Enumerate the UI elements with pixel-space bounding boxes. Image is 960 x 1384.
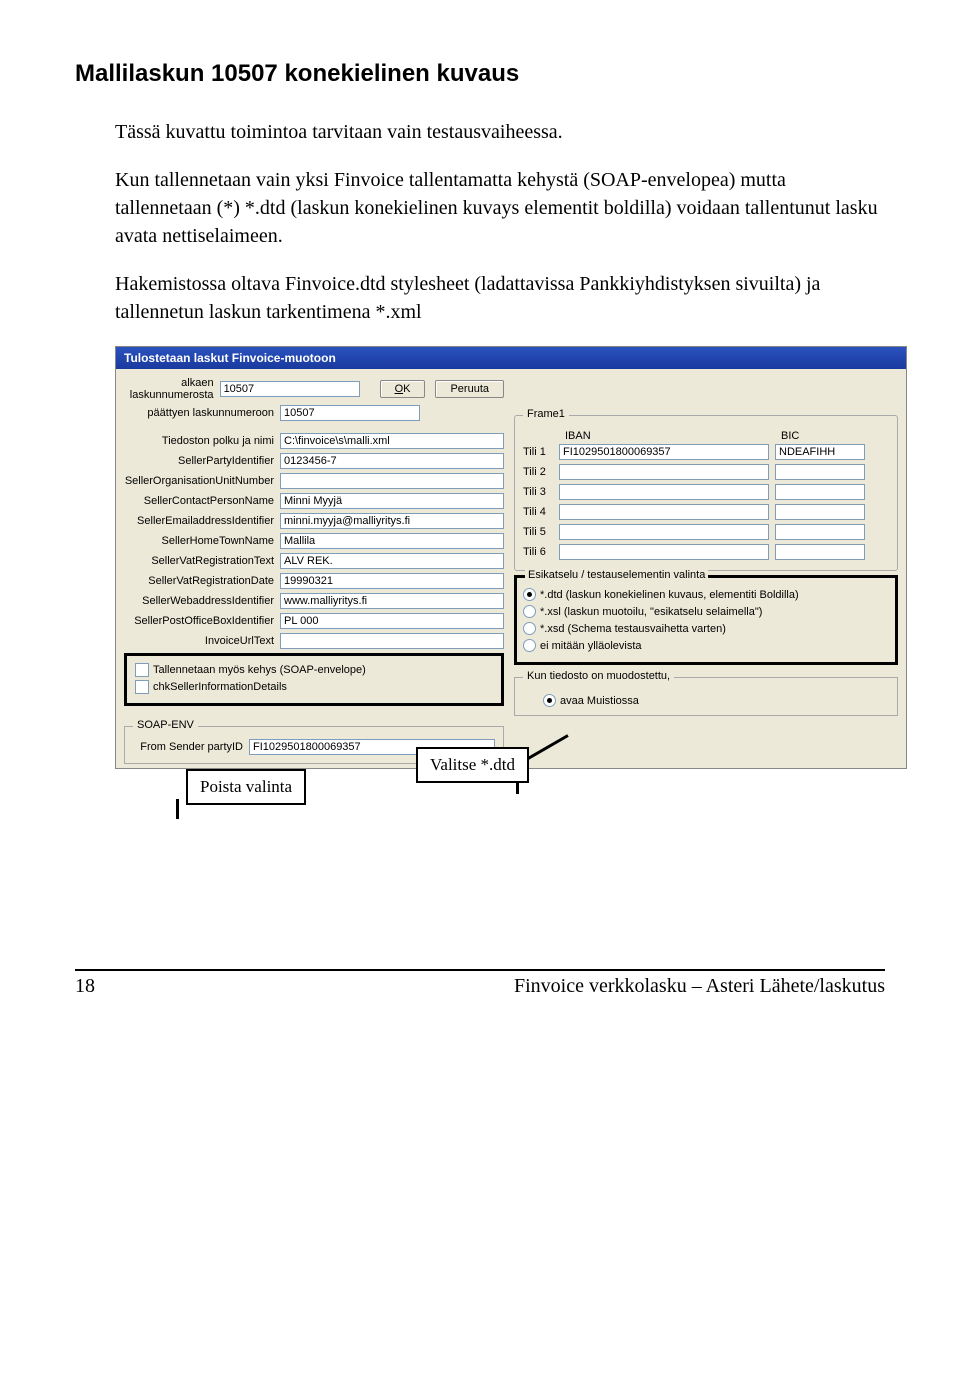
radio-xsl[interactable] bbox=[523, 605, 536, 618]
input-seller-email[interactable] bbox=[280, 513, 504, 529]
connector-line-1 bbox=[176, 799, 179, 819]
soapenv-label: SOAP-ENV bbox=[133, 719, 198, 731]
checkbox-soap-envelope[interactable] bbox=[135, 663, 149, 677]
input-seller-home[interactable] bbox=[280, 533, 504, 549]
input-seller-vatdate[interactable] bbox=[280, 573, 504, 589]
label-seller-vatdate: SellerVatRegistrationDate bbox=[124, 575, 280, 587]
tili4-label: Tili 4 bbox=[523, 506, 553, 518]
input-seller-party[interactable] bbox=[280, 453, 504, 469]
tili3-label: Tili 3 bbox=[523, 486, 553, 498]
dialog-window: Tulostetaan laskut Finvoice-muotoon alka… bbox=[115, 346, 907, 769]
label-seller-home: SellerHomeTownName bbox=[124, 535, 280, 547]
bic-input-6[interactable] bbox=[775, 544, 865, 560]
bic-input-1[interactable] bbox=[775, 444, 865, 460]
label-seller-vatreg: SellerVatRegistrationText bbox=[124, 555, 280, 567]
iban-input-2[interactable] bbox=[559, 464, 769, 480]
iban-input-3[interactable] bbox=[559, 484, 769, 500]
input-seller-vatreg[interactable] bbox=[280, 553, 504, 569]
radio-dtd[interactable] bbox=[523, 588, 536, 601]
paragraph-2: Kun tallennetaan vain yksi Finvoice tall… bbox=[115, 166, 885, 250]
label-seller-email: SellerEmailaddressIdentifier bbox=[124, 515, 280, 527]
radio-xsd[interactable] bbox=[523, 622, 536, 635]
bic-input-2[interactable] bbox=[775, 464, 865, 480]
label-invoice-url: InvoiceUrlText bbox=[124, 635, 280, 647]
frame1-label: Frame1 bbox=[523, 408, 569, 420]
bic-input-5[interactable] bbox=[775, 524, 865, 540]
input-seller-web[interactable] bbox=[280, 593, 504, 609]
callout-valitse-dtd: Valitse *.dtd bbox=[416, 747, 529, 783]
cancel-button[interactable]: Peruuta bbox=[435, 380, 504, 398]
input-paattyen[interactable] bbox=[280, 405, 420, 421]
input-invoice-url[interactable] bbox=[280, 633, 504, 649]
label-seller-web: SellerWebaddressIdentifier bbox=[124, 595, 280, 607]
iban-header: IBAN bbox=[565, 430, 775, 442]
label-alkaen: alkaen laskunnumerosta bbox=[124, 377, 220, 401]
iban-input-6[interactable] bbox=[559, 544, 769, 560]
input-tiedoston[interactable] bbox=[280, 433, 504, 449]
esikatselu-frame: Esikatselu / testauselementin valinta *.… bbox=[514, 575, 898, 665]
label-chk-seller: chkSellerInformationDetails bbox=[153, 681, 287, 693]
frame1: Frame1 IBAN BIC Tili 1 Tili 2 bbox=[514, 415, 898, 571]
tili6-label: Tili 6 bbox=[523, 546, 553, 558]
iban-input-1[interactable] bbox=[559, 444, 769, 460]
label-seller-postbox: SellerPostOfficeBoxIdentifier bbox=[124, 615, 280, 627]
kun-frame: Kun tiedosto on muodostettu, avaa Muisti… bbox=[514, 677, 898, 716]
radio-ei[interactable] bbox=[523, 639, 536, 652]
dialog-titlebar: Tulostetaan laskut Finvoice-muotoon bbox=[116, 347, 906, 369]
label-seller-party: SellerPartyIdentifier bbox=[124, 455, 280, 467]
footer-text: Finvoice verkkolasku – Asteri Lähete/las… bbox=[514, 975, 885, 998]
label-tiedoston: Tiedoston polku ja nimi bbox=[124, 435, 280, 447]
paragraph-1: Tässä kuvattu toimintoa tarvitaan vain t… bbox=[115, 118, 885, 146]
bic-input-3[interactable] bbox=[775, 484, 865, 500]
footer-page-number: 18 bbox=[75, 975, 95, 998]
bic-input-4[interactable] bbox=[775, 504, 865, 520]
bic-header: BIC bbox=[781, 430, 871, 442]
label-seller-org: SellerOrganisationUnitNumber bbox=[124, 475, 280, 487]
page-heading: Mallilaskun 10507 konekielinen kuvaus bbox=[75, 60, 885, 88]
label-chk-soap: Tallennetaan myös kehys (SOAP-envelope) bbox=[153, 664, 366, 676]
checkbox-seller-info[interactable] bbox=[135, 680, 149, 694]
radio-avaa-label: avaa Muistiossa bbox=[560, 695, 639, 707]
radio-dtd-label: *.dtd (laskun konekielinen kuvaus, eleme… bbox=[540, 589, 799, 601]
label-seller-contact: SellerContactPersonName bbox=[124, 495, 280, 507]
soap-checkbox-group: Tallennetaan myös kehys (SOAP-envelope) … bbox=[124, 653, 504, 706]
tili5-label: Tili 5 bbox=[523, 526, 553, 538]
esikatselu-title: Esikatselu / testauselementin valinta bbox=[525, 569, 708, 581]
input-seller-postbox[interactable] bbox=[280, 613, 504, 629]
radio-xsd-label: *.xsd (Schema testausvaihetta varten) bbox=[540, 623, 726, 635]
callout-poista-valinta: Poista valinta bbox=[186, 769, 306, 805]
radio-ei-label: ei mitään ylläolevista bbox=[540, 640, 642, 652]
input-seller-contact[interactable] bbox=[280, 493, 504, 509]
radio-avaa-muistiossa[interactable] bbox=[543, 694, 556, 707]
iban-input-4[interactable] bbox=[559, 504, 769, 520]
tili2-label: Tili 2 bbox=[523, 466, 553, 478]
iban-input-5[interactable] bbox=[559, 524, 769, 540]
radio-xsl-label: *.xsl (laskun muotoilu, "esikatselu sela… bbox=[540, 606, 762, 618]
tili1-label: Tili 1 bbox=[523, 446, 553, 458]
ok-button[interactable]: OK bbox=[380, 380, 426, 398]
label-paattyen: päättyen laskunnumeroon bbox=[124, 407, 280, 419]
kun-title: Kun tiedosto on muodostettu, bbox=[523, 670, 674, 682]
input-seller-org[interactable] bbox=[280, 473, 504, 489]
label-from-sender: From Sender partyID bbox=[133, 741, 249, 753]
input-alkaen[interactable] bbox=[220, 381, 360, 397]
paragraph-3: Hakemistossa oltava Finvoice.dtd stylesh… bbox=[115, 270, 885, 326]
